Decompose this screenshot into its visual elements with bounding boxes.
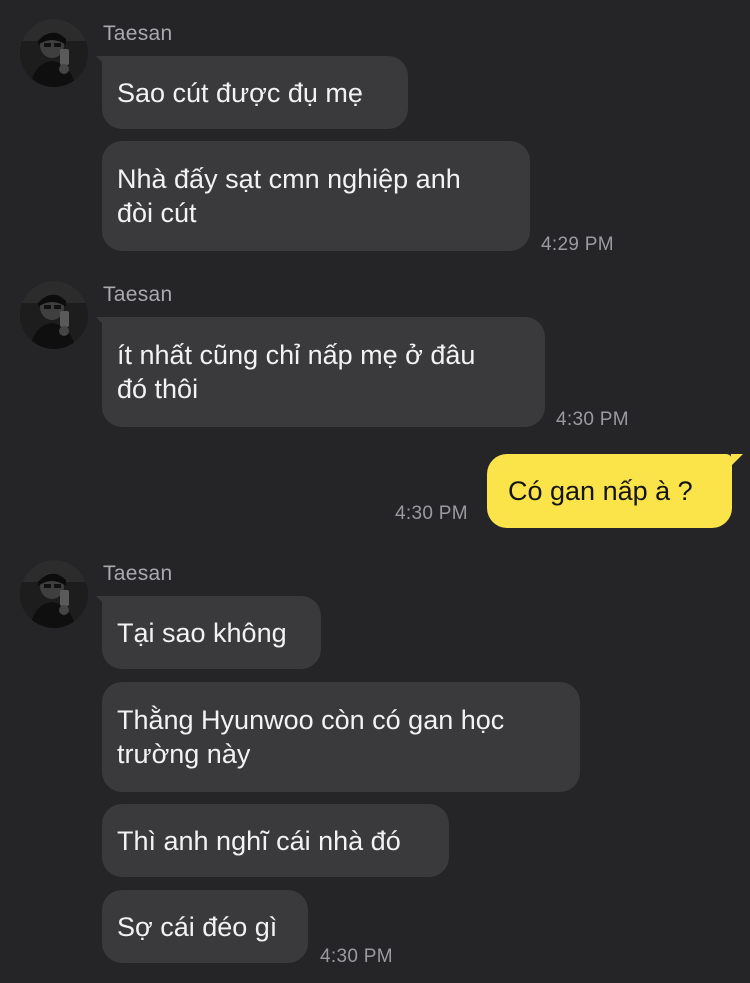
message-timestamp: 4:30 PM	[320, 946, 393, 967]
message-text: Nhà đấy sạt cmn nghiệp anh	[117, 164, 461, 194]
sender-name: Taesan	[103, 22, 173, 45]
avatar-photo-icon	[20, 281, 88, 349]
message-text: đòi cút	[117, 198, 197, 228]
message-bubble[interactable]: Sợ cái đéo gì	[102, 890, 308, 963]
sender-name: Taesan	[103, 283, 173, 306]
bubble-tail	[731, 454, 743, 466]
message-bubble[interactable]: ít nhất cũng chỉ nấp mẹ ở đâu đó thôi	[102, 317, 545, 427]
avatar-photo-icon	[20, 19, 88, 87]
message-timestamp: 4:29 PM	[541, 234, 614, 255]
sender-avatar[interactable]	[20, 560, 88, 628]
avatar-photo-icon	[20, 560, 88, 628]
message-text: Thằng Hyunwoo còn có gan học	[117, 705, 505, 735]
sender-name: Taesan	[103, 562, 173, 585]
message-text: Sao cút được đụ mẹ	[117, 77, 363, 108]
message-text: ít nhất cũng chỉ nấp mẹ ở đâu	[117, 340, 476, 370]
message-bubble-outgoing[interactable]: Có gan nấp à ?	[487, 454, 732, 528]
message-text: Tại sao không	[117, 617, 287, 648]
message-text: đó thôi	[117, 374, 199, 404]
message-text: Thì anh nghĩ cái nhà đó	[117, 825, 401, 856]
message-text: Có gan nấp à ?	[508, 476, 693, 506]
sender-avatar[interactable]	[20, 19, 88, 87]
message-bubble[interactable]: Nhà đấy sạt cmn nghiệp anh đòi cút	[102, 141, 530, 251]
sender-avatar[interactable]	[20, 281, 88, 349]
message-text: Sợ cái đéo gì	[117, 911, 278, 942]
message-text: trường này	[117, 739, 251, 769]
message-timestamp: 4:30 PM	[395, 503, 468, 524]
message-bubble[interactable]: Thằng Hyunwoo còn có gan học trường này	[102, 682, 580, 792]
message-timestamp: 4:30 PM	[556, 409, 629, 430]
message-bubble[interactable]: Sao cút được đụ mẹ	[102, 56, 408, 129]
message-bubble[interactable]: Tại sao không	[102, 596, 321, 669]
message-bubble[interactable]: Thì anh nghĩ cái nhà đó	[102, 804, 449, 877]
